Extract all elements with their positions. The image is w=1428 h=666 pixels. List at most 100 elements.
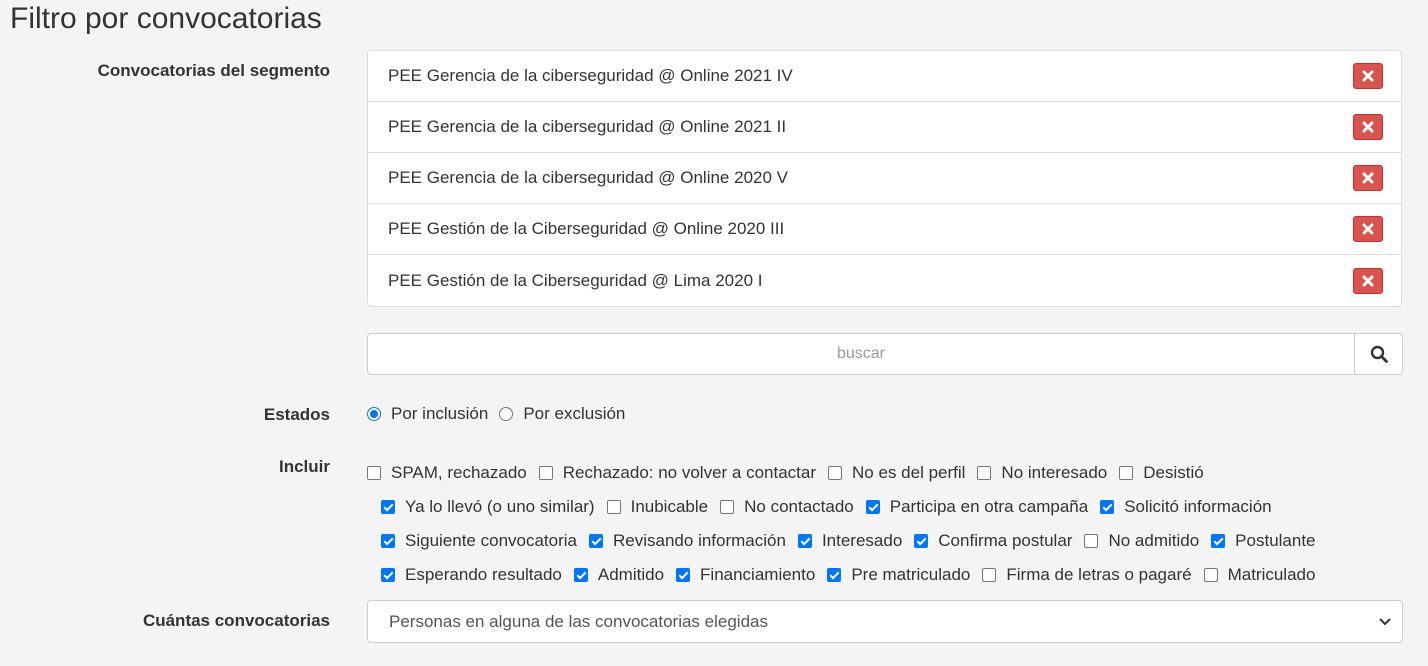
page-title: Filtro por convocatorias	[10, 2, 322, 35]
incluir-option[interactable]: Solicitó información	[1100, 497, 1272, 517]
convocatoria-label: PEE Gestión de la Ciberseguridad @ Lima …	[388, 270, 763, 290]
checkbox-label: Rechazado: no volver a contactar	[562, 463, 817, 482]
checkbox-label: Desistió	[1143, 463, 1204, 482]
list-item: PEE Gerencia de la ciberseguridad @ Onli…	[368, 153, 1401, 204]
convocatoria-label: PEE Gerencia de la ciberseguridad @ Onli…	[388, 117, 787, 136]
incluir-option[interactable]: Ya lo llevó (o uno similar)	[381, 497, 595, 517]
remove-convocatoria-button[interactable]	[1353, 267, 1383, 294]
remove-convocatoria-button[interactable]	[1353, 114, 1383, 140]
radio-label: Por exclusión	[523, 404, 626, 423]
remove-convocatoria-button[interactable]	[1353, 216, 1383, 242]
incluir-option[interactable]: Revisando información	[589, 531, 786, 551]
checkbox-label: Interesado	[821, 531, 903, 550]
checkbox-label: Confirma postular	[938, 531, 1073, 550]
incluir-option[interactable]: Inubicable	[606, 497, 709, 517]
chevron-down-icon	[1379, 617, 1391, 625]
checkbox[interactable]	[676, 568, 691, 582]
checkbox[interactable]	[1119, 466, 1134, 480]
radio-button[interactable]	[367, 407, 381, 421]
checkbox-label: Matriculado	[1227, 565, 1316, 584]
incluir-option[interactable]: Firma de letras o pagaré	[982, 565, 1192, 585]
incluir-checkbox-grid: SPAM, rechazado Rechazado: no volver a co…	[367, 456, 1367, 592]
checkbox-label: SPAM, rechazado	[391, 463, 527, 482]
checkbox[interactable]	[720, 500, 735, 514]
incluir-option[interactable]: Siguiente convocatoria	[381, 531, 577, 551]
checkbox-label: Ya lo llevó (o uno similar)	[405, 497, 595, 516]
incluir-option[interactable]: Pre matriculado	[827, 565, 970, 585]
checkbox-label: Inubicable	[630, 497, 709, 516]
incluir-option[interactable]: No es del perfil	[828, 463, 965, 483]
checkbox[interactable]	[1100, 500, 1115, 514]
incluir-option[interactable]: Esperando resultado	[381, 565, 562, 585]
estados-label: Estados	[263, 405, 330, 424]
times-icon	[1362, 223, 1374, 235]
incluir-option[interactable]: No admitido	[1084, 531, 1199, 551]
incluir-option[interactable]: SPAM, rechazado	[367, 463, 527, 483]
incluir-option[interactable]: Desistió	[1119, 463, 1204, 483]
checkbox-label: Firma de letras o pagaré	[1006, 565, 1192, 584]
checkbox[interactable]	[367, 466, 381, 480]
times-icon	[1362, 172, 1374, 184]
incluir-option[interactable]: Interesado	[797, 531, 903, 551]
incluir-option[interactable]: Rechazado: no volver a contactar	[538, 463, 817, 483]
list-item: PEE Gerencia de la ciberseguridad @ Onli…	[368, 51, 1401, 102]
incluir-option[interactable]: Admitido	[573, 565, 664, 585]
checkbox[interactable]	[982, 568, 997, 582]
cuantas-label: Cuántas convocatorias	[142, 611, 330, 630]
checkbox[interactable]	[381, 568, 395, 582]
checkbox-label: Postulante	[1235, 531, 1316, 550]
incluir-label: Incluir	[278, 457, 330, 476]
checkbox[interactable]	[828, 466, 843, 480]
checkbox[interactable]	[1203, 568, 1218, 582]
checkbox-label: Financiamiento	[700, 565, 816, 584]
checkbox[interactable]	[1211, 534, 1226, 548]
convocatoria-label: PEE Gestión de la Ciberseguridad @ Onlin…	[388, 219, 785, 238]
estados-option[interactable]: Por exclusión	[499, 404, 625, 424]
incluir-option[interactable]: Matriculado	[1203, 565, 1316, 585]
cuantas-select[interactable]: Personas en alguna de las convocatorias …	[367, 600, 1403, 643]
search-button[interactable]	[1354, 333, 1403, 375]
remove-convocatoria-button[interactable]	[1353, 63, 1383, 89]
list-item: PEE Gestión de la Ciberseguridad @ Lima …	[368, 255, 1401, 306]
checkbox-label: Pre matriculado	[851, 565, 971, 584]
checkbox-row: SPAM, rechazado Rechazado: no volver a co…	[367, 456, 1367, 490]
radio-label: Por inclusión	[391, 404, 489, 423]
cuantas-select-value: Personas en alguna de las convocatorias …	[389, 611, 768, 631]
incluir-option[interactable]: Financiamiento	[676, 565, 815, 585]
checkbox[interactable]	[827, 568, 842, 582]
times-icon	[1362, 275, 1374, 286]
checkbox[interactable]	[381, 500, 395, 514]
incluir-option[interactable]: Postulante	[1211, 531, 1316, 551]
checkbox-row: Esperando resultado Admitido Financiamient…	[367, 558, 1367, 592]
checkbox[interactable]	[589, 534, 604, 548]
times-icon	[1362, 121, 1374, 133]
remove-convocatoria-button[interactable]	[1353, 165, 1383, 191]
checkbox[interactable]	[606, 500, 621, 514]
list-item: PEE Gestión de la Ciberseguridad @ Onlin…	[368, 204, 1401, 255]
checkbox[interactable]	[865, 500, 880, 514]
checkbox-label: No admitido	[1108, 531, 1200, 550]
checkbox-row: Ya lo llevó (o uno similar) Inubicable No …	[367, 490, 1367, 524]
checkbox[interactable]	[914, 534, 929, 548]
incluir-option[interactable]: Participa en otra campaña	[865, 497, 1088, 517]
checkbox-label: Siguiente convocatoria	[405, 531, 578, 550]
checkbox[interactable]	[1084, 534, 1099, 548]
checkbox-label: Solicitó información	[1124, 497, 1272, 516]
checkbox-row: Siguiente convocatoria Revisando informac…	[367, 524, 1367, 558]
times-icon	[1362, 70, 1374, 82]
incluir-option[interactable]: Confirma postular	[914, 531, 1072, 551]
checkbox[interactable]	[977, 466, 992, 480]
radio-button[interactable]	[499, 407, 514, 421]
checkbox[interactable]	[381, 534, 395, 548]
checkbox[interactable]	[538, 466, 553, 480]
search-input[interactable]	[367, 333, 1354, 375]
checkbox[interactable]	[797, 534, 812, 548]
checkbox-label: Revisando información	[613, 531, 786, 550]
incluir-option[interactable]: No interesado	[977, 463, 1107, 483]
convocatoria-label: PEE Gerencia de la ciberseguridad @ Onli…	[388, 66, 793, 85]
convocatorias-list: PEE Gerencia de la ciberseguridad @ Onli…	[367, 50, 1402, 307]
estados-option[interactable]: Por inclusión	[367, 404, 488, 424]
incluir-option[interactable]: No contactado	[720, 497, 854, 517]
checkbox[interactable]	[573, 568, 588, 582]
list-item: PEE Gerencia de la ciberseguridad @ Onli…	[368, 102, 1401, 153]
